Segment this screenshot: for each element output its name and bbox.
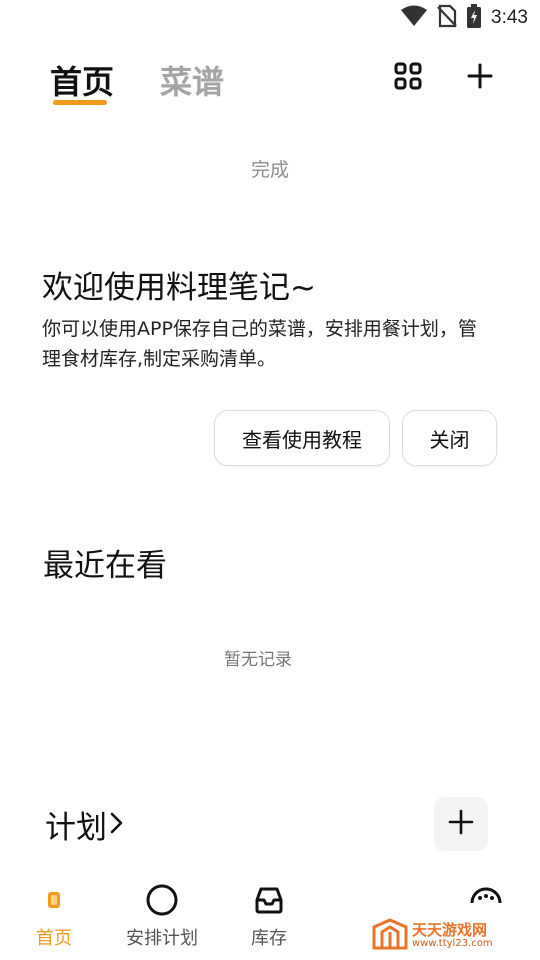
watermark-url: www.ttyl23.com — [412, 938, 493, 949]
circle-icon — [112, 882, 212, 918]
welcome-description: 你可以使用APP保存自己的菜谱，安排用餐计划，管理食材库存,制定采购清单。 — [42, 318, 477, 370]
home-icon — [4, 882, 104, 918]
grid-icon — [393, 61, 423, 95]
battery-charging-icon — [467, 4, 482, 32]
wifi-icon — [401, 5, 428, 31]
view-tutorial-button[interactable]: 查看使用教程 — [214, 410, 390, 466]
plus-icon — [466, 62, 494, 94]
nav-plan[interactable]: 安排计划 — [112, 882, 212, 950]
more-icon — [436, 882, 536, 918]
inbox-icon — [219, 882, 319, 918]
tab-home[interactable]: 首页 — [50, 57, 114, 103]
plus-icon — [448, 809, 474, 839]
plan-section-link[interactable]: 计划 — [45, 802, 127, 847]
recent-empty-text: 暂无记录 — [224, 650, 292, 670]
nav-inventory[interactable]: 库存 — [219, 882, 319, 950]
chevron-right-icon — [107, 808, 127, 842]
tab-recipes[interactable]: 菜谱 — [160, 57, 224, 103]
active-tab-indicator — [53, 100, 107, 105]
watermark-logo-icon — [372, 918, 408, 954]
plan-section-title: 计划 — [45, 810, 107, 846]
nav-home-label: 首页 — [36, 928, 72, 949]
add-plan-button[interactable] — [434, 797, 488, 851]
nav-inventory-label: 库存 — [251, 928, 287, 949]
status-icons: 3:43 — [401, 4, 528, 32]
close-welcome-button[interactable]: 关闭 — [402, 410, 497, 466]
site-watermark: 天天游戏网 www.ttyl23.com — [372, 918, 493, 954]
nav-home[interactable]: 首页 — [4, 882, 104, 950]
nav-more[interactable] — [436, 882, 536, 918]
watermark-title: 天天游戏网 — [412, 921, 488, 939]
recent-section-title: 最近在看 — [43, 548, 167, 584]
nav-plan-label: 安排计划 — [126, 928, 198, 949]
grid-view-button[interactable] — [390, 60, 426, 96]
status-time: 3:43 — [491, 7, 528, 28]
add-button[interactable] — [462, 60, 498, 96]
done-button[interactable]: 完成 — [0, 155, 540, 182]
status-bar: 3:43 — [0, 0, 540, 36]
welcome-title: 欢迎使用料理笔记~ — [42, 270, 316, 306]
no-sim-icon — [437, 4, 457, 32]
